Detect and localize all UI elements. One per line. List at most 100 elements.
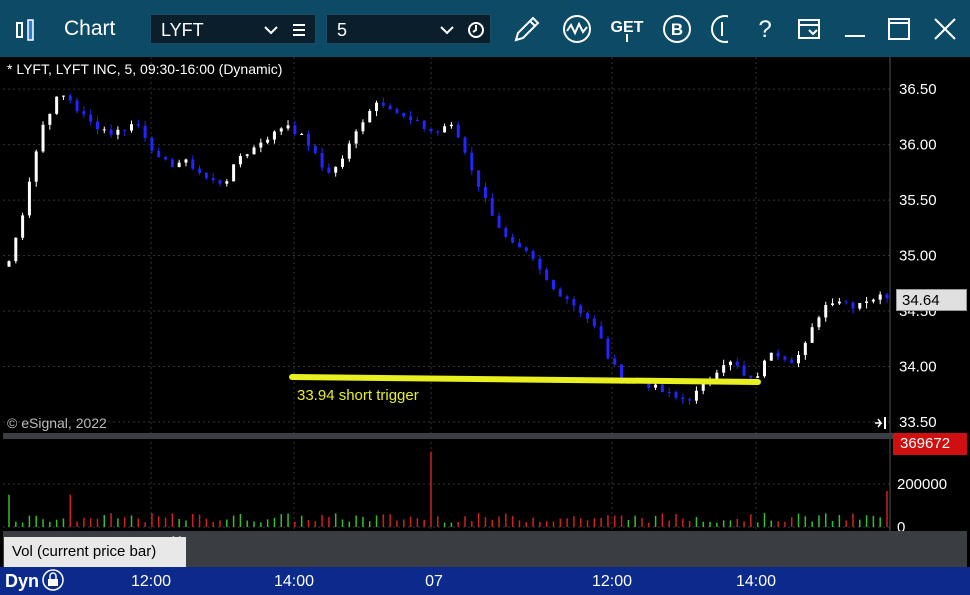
price-chart[interactable]: 36.5036.0035.5035.0034.5034.0033.5020000… [3, 57, 967, 592]
candle-body [728, 361, 732, 366]
volume-bar [239, 513, 242, 527]
candle-body [688, 399, 692, 401]
volume-legend[interactable]: Vol (current price bar) [4, 537, 186, 567]
candle-body [694, 390, 698, 401]
candle-body [415, 119, 419, 121]
candle-body [204, 172, 208, 178]
candle-body [89, 114, 93, 122]
volume-bar [103, 515, 106, 527]
chart-icon[interactable] [16, 19, 48, 41]
candle-body [790, 359, 794, 364]
window-title: Chart [64, 17, 116, 40]
candle-body [599, 326, 603, 339]
volume-bar [505, 513, 507, 527]
maximize-icon[interactable] [882, 12, 916, 46]
volume-bar [280, 514, 282, 527]
chevron-down-icon[interactable] [439, 23, 455, 37]
volume-bar [498, 516, 500, 527]
volume-bar [273, 517, 276, 527]
candle-body [817, 317, 821, 328]
candle-body [381, 102, 385, 106]
candle-body [34, 151, 38, 182]
candle-body [422, 120, 426, 130]
volume-bar [396, 520, 398, 527]
time-tick: 12:00 [591, 573, 633, 590]
layout-icon[interactable] [792, 12, 826, 46]
candle-body [715, 372, 719, 380]
lock-icon[interactable] [42, 569, 64, 591]
volume-bar [661, 513, 664, 527]
candle-body [320, 153, 324, 168]
volume-bar [859, 519, 861, 527]
candle-body [463, 137, 467, 153]
volume-bar [865, 515, 868, 527]
candle-body [592, 318, 596, 327]
volume-bar [750, 514, 752, 527]
chevron-down-icon[interactable] [263, 23, 279, 37]
chart-area[interactable]: 36.50 36.00 35.50 35.00 34.50 34.00 33.50 20000… [3, 57, 967, 592]
volume-bar [790, 517, 793, 527]
wave-icon[interactable] [560, 12, 594, 46]
candle-body [878, 294, 882, 300]
dynamic-mode-label[interactable]: Dyn [5, 571, 39, 592]
candle-body [844, 301, 848, 303]
volume-bar [362, 516, 364, 527]
candle-body [858, 303, 862, 309]
volume-bar [736, 518, 739, 527]
volume-bar [668, 520, 670, 527]
volume-bar [192, 513, 194, 527]
candle-body [538, 258, 542, 270]
partial-icon[interactable] [708, 12, 728, 46]
candle-body [477, 170, 481, 187]
candle-body [123, 129, 127, 131]
candle-body [865, 301, 869, 304]
help-label: ? [758, 16, 771, 43]
candle-body [306, 133, 310, 146]
minimize-icon[interactable] [838, 12, 872, 46]
time-axis[interactable]: Dyn 12:00 14:00 07 12:00 14:00 [0, 567, 970, 595]
volume-bar [321, 515, 323, 527]
candle-body [218, 180, 222, 184]
interval-select[interactable]: 5 [326, 14, 491, 44]
price-tick: 33.50 [899, 414, 937, 431]
candle-body [368, 111, 372, 123]
volume-bar [62, 518, 65, 527]
volume-bar [797, 513, 800, 527]
symbol-input[interactable]: LYFT [150, 14, 316, 44]
volume-bar [368, 521, 371, 527]
volume-bar [852, 513, 854, 527]
get-icon[interactable]: GET [610, 12, 644, 46]
volume-bar [219, 520, 221, 527]
b-icon[interactable]: B [660, 12, 694, 46]
volume-bar [35, 515, 37, 527]
candle-body [545, 269, 549, 281]
candle-body [136, 124, 140, 126]
pencil-icon[interactable] [510, 12, 544, 46]
candle-body [232, 164, 236, 182]
volume-bar [586, 520, 589, 527]
close-icon[interactable]: ✖ [169, 533, 184, 554]
candle-body [211, 177, 215, 181]
candle-body [164, 157, 168, 160]
volume-bar [389, 514, 391, 527]
clock-icon[interactable] [467, 21, 485, 39]
volume-bar [15, 521, 17, 527]
volume-bar [559, 518, 562, 527]
candle-body [756, 376, 760, 378]
volume-bar [232, 515, 235, 527]
list-icon[interactable] [291, 23, 307, 37]
trendline-label: 33.94 short trigger [297, 387, 419, 404]
close-icon[interactable] [928, 12, 962, 46]
volume-tick: 200000 [897, 476, 947, 493]
volume-bar [845, 520, 847, 527]
candle-body [157, 150, 161, 158]
volume-bar [818, 515, 820, 527]
volume-bar [409, 516, 412, 527]
candle-body [742, 365, 746, 376]
volume-bar [457, 521, 459, 527]
trendline[interactable] [289, 374, 761, 385]
volume-bar [130, 515, 133, 527]
scroll-to-end-icon[interactable] [875, 417, 886, 429]
candle-body [524, 247, 528, 251]
help-icon[interactable]: ? [748, 12, 782, 46]
